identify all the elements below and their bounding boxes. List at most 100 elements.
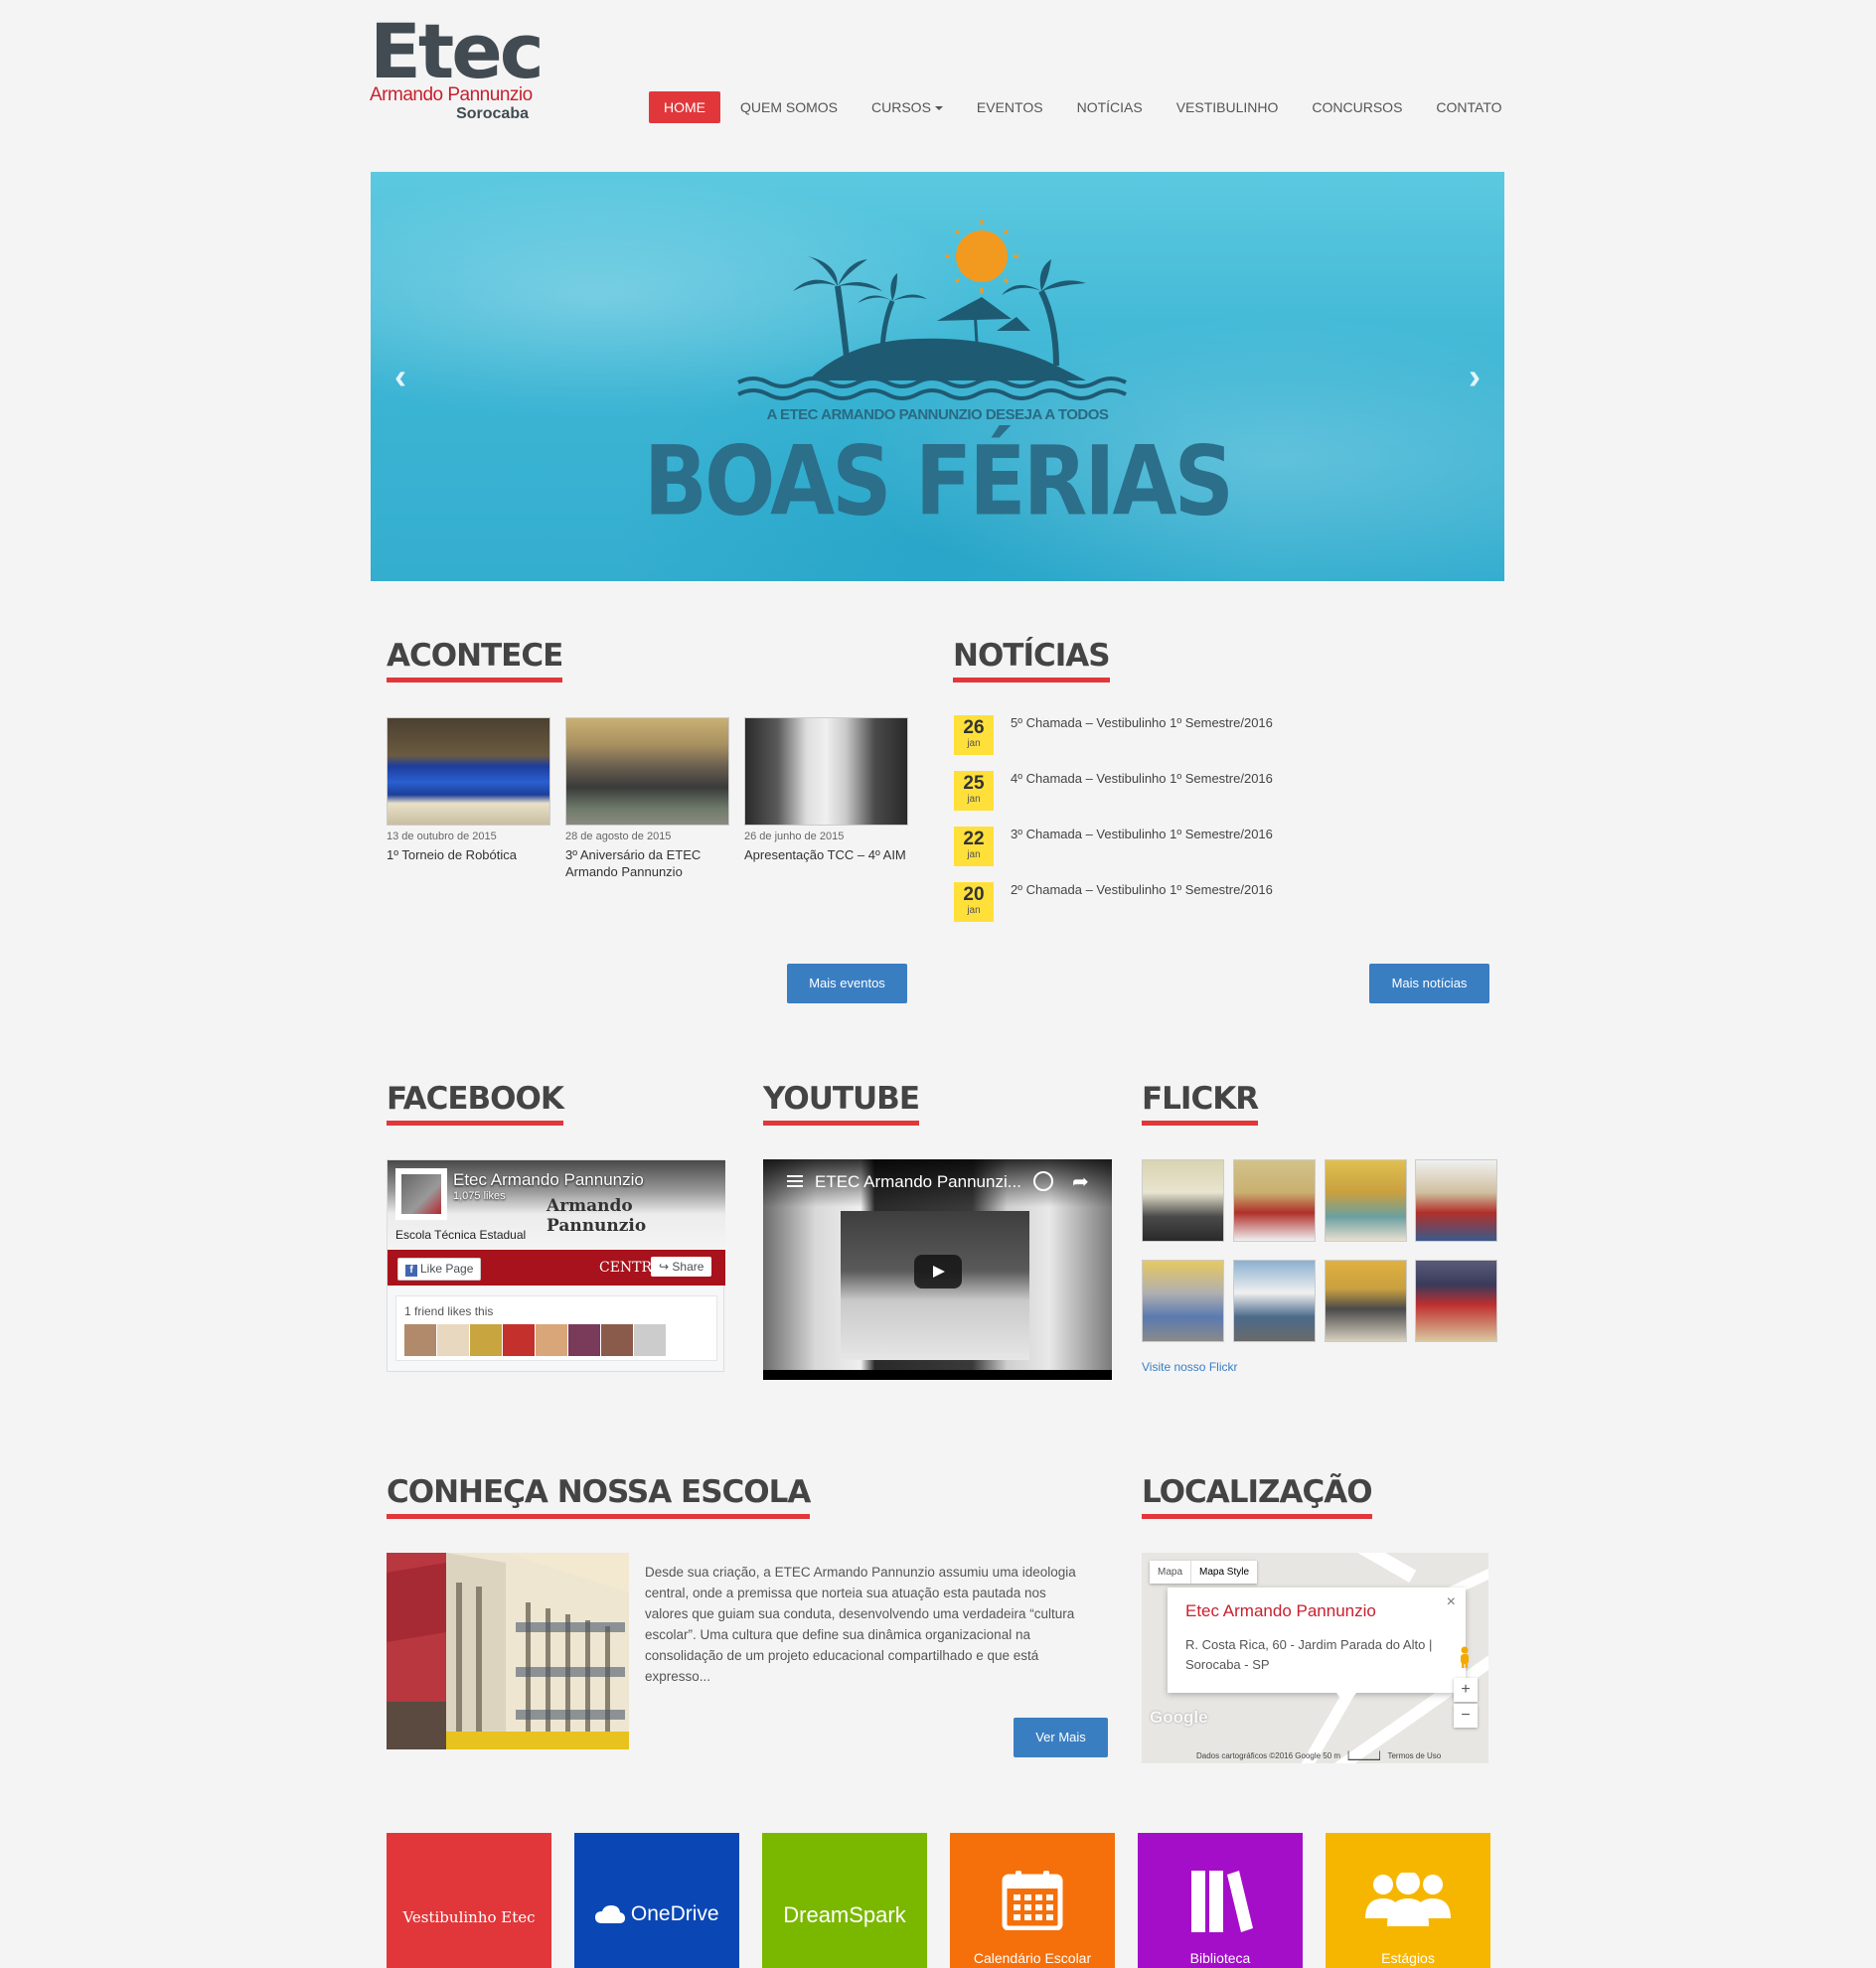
map-type-tabs: Mapa Mapa Style bbox=[1150, 1561, 1258, 1584]
flickr-photo[interactable] bbox=[1415, 1260, 1497, 1342]
facebook-share-button[interactable]: ↪ Share bbox=[651, 1257, 712, 1277]
tile-onedrive[interactable]: OneDrive bbox=[574, 1833, 739, 1968]
avatar[interactable] bbox=[437, 1324, 469, 1356]
news-title[interactable]: 3º Chamada – Vestibulinho 1º Semestre/20… bbox=[1011, 827, 1273, 841]
map-info-window: Etec Armando Pannunzio R. Costa Rica, 60… bbox=[1168, 1588, 1466, 1707]
facebook-friend-faces bbox=[404, 1324, 667, 1356]
tile-calendario[interactable]: Calendário Escolar bbox=[950, 1833, 1115, 1968]
avatar[interactable] bbox=[536, 1324, 567, 1356]
flickr-photo[interactable] bbox=[1142, 1159, 1224, 1242]
event-card[interactable]: 26 de junho de 2015 Apresentação TCC – 4… bbox=[744, 717, 908, 863]
avatar[interactable] bbox=[503, 1324, 535, 1356]
flickr-photo[interactable] bbox=[1415, 1159, 1497, 1242]
logo-sub-text: Armando Pannunzio bbox=[370, 84, 533, 105]
event-card[interactable]: 28 de agosto de 2015 3º Aniversário da E… bbox=[565, 717, 729, 880]
google-map[interactable]: Mapa Mapa Style Etec Armando Pannunzio R… bbox=[1142, 1553, 1488, 1763]
cloud-icon bbox=[595, 1905, 626, 1923]
chevron-right-icon[interactable]: › bbox=[1469, 356, 1481, 397]
site-logo[interactable]: Etec Armando Pannunzio Sorocaba bbox=[370, 7, 545, 123]
event-title[interactable]: Apresentação TCC – 4º AIM bbox=[744, 846, 908, 863]
flickr-photo[interactable] bbox=[1142, 1260, 1224, 1342]
school-photo bbox=[387, 1553, 629, 1749]
nav-cursos[interactable]: CURSOS bbox=[855, 91, 960, 123]
watch-later-icon[interactable] bbox=[1033, 1171, 1053, 1191]
facebook-page-name[interactable]: Etec Armando Pannunzio bbox=[453, 1170, 644, 1190]
avatar[interactable] bbox=[634, 1324, 666, 1356]
flickr-photo[interactable] bbox=[1325, 1159, 1407, 1242]
avatar[interactable] bbox=[470, 1324, 502, 1356]
calendar-icon bbox=[1002, 1871, 1063, 1930]
event-date: 28 de agosto de 2015 bbox=[565, 831, 672, 842]
avatar[interactable] bbox=[568, 1324, 600, 1356]
youtube-player[interactable]: ETEC Armando Pannunzi... ➦ bbox=[763, 1159, 1112, 1380]
news-date-badge: 26 jan bbox=[954, 715, 994, 755]
event-date: 13 de outubro de 2015 bbox=[387, 831, 497, 842]
more-news-button[interactable]: Mais notícias bbox=[1369, 964, 1489, 1003]
map-tab-style[interactable]: Mapa Style bbox=[1190, 1561, 1257, 1584]
chevron-down-icon bbox=[934, 106, 943, 111]
map-place-address: R. Costa Rica, 60 - Jardim Parada do Alt… bbox=[1185, 1637, 1433, 1672]
playlist-icon[interactable] bbox=[787, 1175, 803, 1190]
facebook-share-label: Share bbox=[672, 1260, 704, 1274]
avatar[interactable] bbox=[404, 1324, 436, 1356]
users-icon bbox=[1365, 1873, 1451, 1926]
facebook-cover-band: f Like Page CENTRO P ↪ Share bbox=[388, 1250, 725, 1286]
news-month: jan bbox=[967, 794, 981, 805]
tile-dreamspark[interactable]: DreamSpark bbox=[762, 1833, 927, 1968]
tile-estagios[interactable]: Estágios bbox=[1326, 1833, 1490, 1968]
video-title[interactable]: ETEC Armando Pannunzi... bbox=[815, 1172, 1021, 1192]
share-icon[interactable]: ➦ bbox=[1072, 1169, 1089, 1194]
island-illustration bbox=[737, 220, 1127, 400]
nav-concursos[interactable]: CONCURSOS bbox=[1295, 91, 1419, 123]
logo-main-text: Etec bbox=[370, 7, 545, 95]
news-month: jan bbox=[967, 738, 981, 749]
sun-icon bbox=[945, 220, 1018, 293]
nav-cursos-label: CURSOS bbox=[871, 99, 931, 115]
news-day: 26 bbox=[963, 717, 985, 738]
nav-eventos[interactable]: EVENTOS bbox=[960, 91, 1060, 123]
banner-kicker: A ETEC ARMANDO PANNUNZIO DESEJA A TODOS bbox=[766, 406, 1109, 423]
event-thumbnail bbox=[387, 717, 550, 826]
event-card[interactable]: 13 de outubro de 2015 1º Torneio de Robó… bbox=[387, 717, 550, 863]
news-date-badge: 25 jan bbox=[954, 771, 994, 811]
nav-vestibulinho[interactable]: VESTIBULINHO bbox=[1160, 91, 1296, 123]
zoom-out-button[interactable]: − bbox=[1454, 1704, 1478, 1728]
nav-quem-somos[interactable]: QUEM SOMOS bbox=[723, 91, 855, 123]
zoom-in-button[interactable]: + bbox=[1454, 1678, 1478, 1702]
video-bottom-bar bbox=[763, 1370, 1112, 1380]
close-icon[interactable]: × bbox=[1447, 1593, 1456, 1611]
flickr-photo[interactable] bbox=[1233, 1159, 1316, 1242]
nav-contato[interactable]: CONTATO bbox=[1419, 91, 1518, 123]
map-tab-mapa[interactable]: Mapa bbox=[1150, 1561, 1190, 1584]
tile-biblioteca[interactable]: Biblioteca bbox=[1138, 1833, 1303, 1968]
news-title[interactable]: 2º Chamada – Vestibulinho 1º Semestre/20… bbox=[1011, 882, 1273, 897]
nav-noticias[interactable]: NOTÍCIAS bbox=[1060, 91, 1160, 123]
flickr-photo[interactable] bbox=[1233, 1260, 1316, 1342]
chevron-left-icon[interactable]: ‹ bbox=[394, 356, 406, 397]
event-title[interactable]: 1º Torneio de Robótica bbox=[387, 846, 550, 863]
news-title[interactable]: 4º Chamada – Vestibulinho 1º Semestre/20… bbox=[1011, 771, 1273, 786]
event-title[interactable]: 3º Aniversário da ETEC Armando Pannunzio bbox=[565, 846, 729, 880]
flickr-photo[interactable] bbox=[1325, 1260, 1407, 1342]
tile-vestibulinho[interactable]: Vestibulinho Etec bbox=[387, 1833, 551, 1968]
news-month: jan bbox=[967, 849, 981, 860]
youtube-title: YOUTUBE bbox=[763, 1081, 920, 1126]
see-more-button[interactable]: Ver Mais bbox=[1014, 1718, 1108, 1757]
facebook-avatar[interactable] bbox=[395, 1168, 447, 1220]
play-icon[interactable] bbox=[914, 1255, 962, 1288]
news-title[interactable]: 5º Chamada – Vestibulinho 1º Semestre/20… bbox=[1011, 715, 1273, 730]
pegman-icon[interactable] bbox=[1458, 1646, 1472, 1668]
nav-home[interactable]: HOME bbox=[649, 91, 720, 123]
facebook-icon: f bbox=[405, 1265, 417, 1277]
logo-city-text: Sorocaba bbox=[456, 105, 529, 122]
facebook-like-button[interactable]: f Like Page bbox=[397, 1258, 482, 1281]
more-events-button[interactable]: Mais eventos bbox=[787, 964, 907, 1003]
tile-label: Vestibulinho Etec bbox=[402, 1908, 536, 1926]
main-nav: HOME QUEM SOMOS CURSOS EVENTOS NOTÍCIAS … bbox=[649, 90, 1519, 124]
news-day: 25 bbox=[963, 773, 985, 794]
books-icon bbox=[1191, 1871, 1253, 1932]
flickr-link[interactable]: Visite nosso Flickr bbox=[1142, 1360, 1237, 1374]
avatar[interactable] bbox=[601, 1324, 633, 1356]
tile-label: Calendário Escolar bbox=[973, 1950, 1092, 1966]
hero-carousel[interactable]: A ETEC ARMANDO PANNUNZIO DESEJA A TODOS … bbox=[371, 172, 1504, 581]
